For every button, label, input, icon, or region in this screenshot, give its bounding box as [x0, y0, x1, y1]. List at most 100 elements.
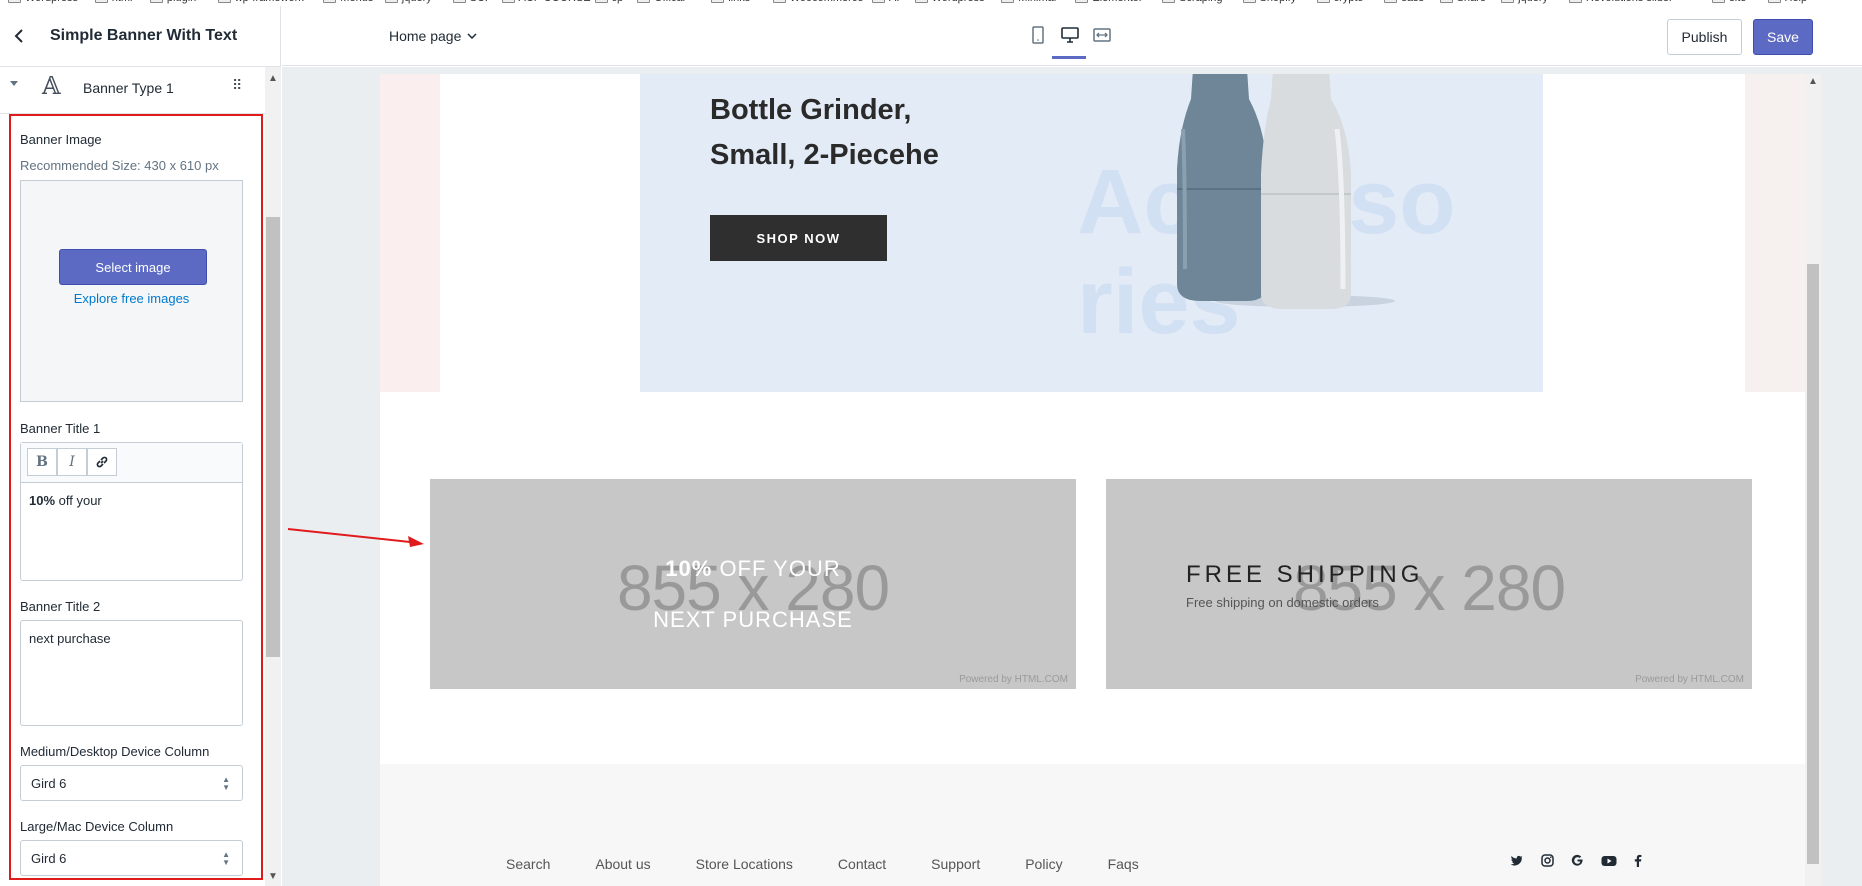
bookmark-label: plugin: [167, 0, 196, 4]
editor-text: off your: [55, 493, 102, 508]
folder-icon: [914, 0, 928, 3]
scrollbar-thumb[interactable]: [266, 217, 280, 657]
block-item-banner-type-1[interactable]: 𝔸 Banner Type 1 ⠿: [0, 67, 265, 114]
store-footer: Search About us Store Locations Contact …: [380, 764, 1805, 886]
bookmark-label: html: [112, 0, 133, 4]
bookmark-item[interactable]: Revolutions slider: [1568, 0, 1673, 4]
link-icon: [96, 456, 108, 468]
bookmark-item[interactable]: SCF: [452, 0, 492, 4]
bookmark-item[interactable]: plugin: [149, 0, 196, 4]
bookmark-item[interactable]: Scraping: [1162, 0, 1223, 4]
bookmark-label: Woocommerce: [790, 0, 864, 4]
bookmark-item[interactable]: Elementor: [1075, 0, 1143, 4]
scroll-up-icon[interactable]: ▲: [1808, 76, 1818, 87]
banner-image-help: Recommended Size: 430 x 610 px: [20, 158, 219, 173]
save-button[interactable]: Save: [1753, 19, 1813, 55]
shop-now-button[interactable]: SHOP NOW: [710, 215, 887, 261]
bookmark-item[interactable]: Minimal: [1001, 0, 1056, 4]
bookmark-item[interactable]: sass: [1384, 0, 1424, 4]
free-shipping-subtitle: Free shipping on domestic orders: [1186, 595, 1379, 610]
bookmark-item[interactable]: Woocommerce: [772, 0, 864, 4]
link-button[interactable]: [87, 448, 117, 476]
mobile-view-button[interactable]: [1027, 24, 1049, 46]
footer-link-store-locations[interactable]: Store Locations: [696, 856, 793, 872]
bookmark-item[interactable]: site: [1712, 0, 1746, 4]
bookmark-item[interactable]: crypto: [1316, 0, 1364, 4]
editor-toolbar: B I: [21, 443, 242, 483]
instagram-icon[interactable]: [1541, 854, 1554, 867]
italic-button[interactable]: I: [57, 448, 87, 476]
bookmark-item[interactable]: AI: [872, 0, 899, 4]
twitter-icon[interactable]: [1510, 855, 1524, 867]
banner-title-2-field[interactable]: next purchase: [20, 620, 243, 726]
bookmark-item[interactable]: Wordpress: [914, 0, 985, 4]
folder-icon: [8, 0, 21, 3]
fullwidth-icon: [1093, 28, 1111, 42]
scroll-down-icon[interactable]: ▼: [268, 871, 278, 882]
bookmark-label: sass: [1401, 0, 1424, 4]
drag-handle-icon[interactable]: ⠿: [232, 77, 242, 94]
bookmark-item[interactable]: cp: [594, 0, 623, 4]
mobile-icon: [1032, 26, 1044, 44]
caret-down-icon[interactable]: [10, 81, 18, 86]
bookmark-item[interactable]: wp-framework: [217, 0, 304, 4]
block-label: Banner Type 1: [83, 80, 174, 96]
bookmark-label: Share: [1457, 0, 1486, 4]
bookmark-item[interactable]: Menus: [323, 0, 373, 4]
footer-link-faqs[interactable]: Faqs: [1108, 856, 1139, 872]
publish-button[interactable]: Publish: [1667, 19, 1742, 55]
shipping-banner-tile[interactable]: 855 x 280 FREE SHIPPING Free shipping on…: [1106, 479, 1752, 689]
folder-icon: [711, 0, 725, 3]
large-column-select[interactable]: Gird 6 ▲ ▼: [20, 840, 243, 876]
explore-free-images-link[interactable]: Explore free images: [21, 291, 242, 306]
sidebar-scrollbar[interactable]: ▲ ▼: [265, 67, 281, 886]
bookmark-item[interactable]: Shopify: [1242, 0, 1297, 4]
editor-topbar: Home page Publish Save: [282, 6, 1862, 66]
back-button[interactable]: [0, 16, 40, 56]
preview-scrollbar[interactable]: ▲: [1805, 74, 1821, 886]
bookmark-item[interactable]: Help: [1767, 0, 1808, 4]
select-image-button[interactable]: Select image: [59, 249, 207, 285]
bold-button[interactable]: B: [27, 448, 57, 476]
desktop-view-button[interactable]: [1052, 24, 1086, 59]
bookmark-item[interactable]: html: [94, 0, 133, 4]
footer-link-contact[interactable]: Contact: [838, 856, 886, 872]
page-selector[interactable]: Home page: [389, 28, 477, 44]
footer-link-policy[interactable]: Policy: [1025, 856, 1062, 872]
bookmark-item[interactable]: links: [711, 0, 750, 4]
footer-link-about[interactable]: About us: [595, 856, 650, 872]
banner-title-1-label: Banner Title 1: [20, 421, 101, 436]
bookmark-item[interactable]: Offical: [637, 0, 685, 4]
bookmark-label: Help: [1785, 0, 1808, 4]
footer-link-support[interactable]: Support: [931, 856, 980, 872]
page-selector-label: Home page: [389, 28, 462, 44]
medium-column-value: Gird 6: [31, 775, 67, 791]
section-title: Simple Banner With Text: [50, 27, 238, 44]
bookmark-label: crypto: [1334, 0, 1364, 4]
fullwidth-view-button[interactable]: [1091, 24, 1113, 46]
scroll-up-icon[interactable]: ▲: [268, 73, 278, 84]
youtube-icon[interactable]: [1601, 855, 1617, 867]
google-icon[interactable]: [1571, 854, 1584, 867]
side-banner-left: [380, 74, 440, 392]
bookmark-item[interactable]: Share: [1439, 0, 1486, 4]
bookmark-item[interactable]: ACF COURSE: [501, 0, 591, 4]
bottle-grinder-image: [1177, 74, 1395, 309]
editor-content[interactable]: 10% off your: [21, 483, 242, 518]
folder-icon: [1316, 0, 1330, 3]
scrollbar-thumb[interactable]: [1807, 264, 1819, 864]
bookmark-item[interactable]: jquery: [384, 0, 432, 4]
bookmark-item[interactable]: Wordpress: [8, 0, 78, 4]
annotation-arrow: [287, 528, 424, 547]
hero-title: Bottle Grinder, Small, 2-Piecehe: [710, 88, 939, 178]
medium-column-select[interactable]: Gird 6 ▲ ▼: [20, 765, 243, 801]
bookmark-label: Shopify: [1260, 0, 1297, 4]
bookmark-item[interactable]: jquery: [1501, 0, 1548, 4]
folder-icon: [594, 0, 608, 3]
bookmark-label: wp-framework: [235, 0, 304, 4]
bookmark-label: jquery: [402, 0, 432, 4]
promo-banner-tile[interactable]: 855 x 280 10% OFF YOUR NEXT PURCHASE Powe…: [430, 479, 1076, 689]
banner-image-label: Banner Image: [20, 132, 102, 147]
facebook-icon[interactable]: [1634, 854, 1642, 867]
footer-link-search[interactable]: Search: [506, 856, 550, 872]
